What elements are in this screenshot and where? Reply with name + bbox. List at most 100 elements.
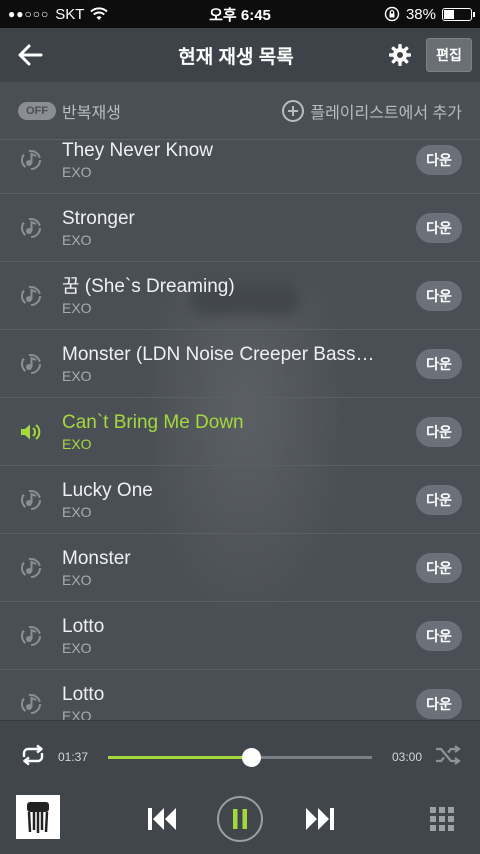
album-thumbnail[interactable] [16,795,60,839]
seek-progress [108,755,251,759]
download-button[interactable]: 다운 [416,212,462,243]
track-text: Stronger EXO [62,207,416,248]
track-text: Lotto EXO [62,683,416,720]
add-from-playlist-button[interactable]: 플레이리스트에서 추가 [282,99,462,123]
track-title: Lucky One [62,480,153,501]
next-button[interactable] [300,799,340,839]
battery-icon [442,7,475,21]
speaker-icon [21,423,41,440]
download-button[interactable]: 다운 [416,348,462,379]
track-text: Monster EXO [62,547,416,588]
grid-icon [430,807,454,831]
track-row[interactable]: Monster (LDN Noise Creeper Bass… EXO 다운 [0,330,480,398]
music-note-icon-slot [0,217,62,239]
seek-row: 01:37 03:00 [0,739,480,775]
music-note-icon-slot [0,489,62,511]
page-title: 현재 재생 목록 [178,46,294,68]
menu-grid-button[interactable] [422,799,462,839]
track-artist: EXO [62,232,92,248]
music-note-icon [21,625,41,646]
gear-icon [389,44,411,66]
pause-icon [233,809,247,829]
track-title: Lotto [62,684,105,705]
previous-button[interactable] [142,799,182,839]
download-button[interactable]: 다운 [416,620,462,651]
track-row[interactable]: Lucky One EXO 다운 [0,466,480,534]
track-row-playing[interactable]: Can`t Bring Me Down EXO 다운 [0,398,480,466]
download-button[interactable]: 다운 [416,144,462,175]
add-from-playlist-label: 플레이리스트에서 추가 [310,104,462,122]
track-row[interactable]: Lotto EXO 다운 [0,602,480,670]
repeat-button[interactable] [18,744,48,771]
seek-bar[interactable] [108,747,372,767]
music-note-icon [21,489,41,510]
seek-thumb[interactable] [241,747,261,767]
repeat-icon [22,744,44,765]
options-bar: OFF 반복재생 플레이리스트에서 추가 [0,82,480,140]
track-artist: EXO [62,436,92,452]
music-note-icon-slot [0,625,62,647]
track-artist: EXO [62,504,92,520]
music-note-icon-slot [0,693,62,715]
music-note-icon [21,217,41,238]
control-row [0,791,480,847]
shuffle-button[interactable] [434,744,462,770]
track-artist: EXO [62,572,92,588]
track-row[interactable]: 꿈 (She`s Dreaming) EXO 다운 [0,262,480,330]
mini-player: 01:37 03:00 [0,720,480,854]
back-arrow-icon [18,44,43,66]
track-title: Can`t Bring Me Down [62,412,244,433]
album-art-icon [27,802,49,833]
download-button[interactable]: 다운 [416,552,462,583]
track-row[interactable]: Monster EXO 다운 [0,534,480,602]
edit-button[interactable]: 편집 [426,38,472,72]
music-note-icon [21,557,41,578]
add-circle-icon [282,99,305,122]
wifi-icon [90,7,109,20]
music-note-icon-slot [0,353,62,375]
settings-button[interactable] [380,35,420,75]
track-artist: EXO [62,300,92,316]
battery-percent: 38% [405,5,436,23]
music-note-icon-slot [0,149,62,171]
playlist: They Never Know EXO 다운 Stronger EXO 다운 꿈 (She`… [0,140,480,720]
track-text: Can`t Bring Me Down EXO [62,411,416,452]
track-artist: EXO [62,708,92,720]
header-bar: 현재 재생 목록 편집 [0,28,480,82]
rotation-lock-icon [384,6,400,22]
pause-button[interactable] [217,796,263,842]
download-button[interactable]: 다운 [416,280,462,311]
track-title: 꿈 (She`s Dreaming) [62,276,235,297]
shuffle-icon [436,744,461,765]
back-button[interactable] [8,33,52,77]
track-row[interactable]: Lotto EXO 다운 [0,670,480,720]
music-note-icon [21,693,41,714]
track-artist: EXO [62,368,92,384]
download-button[interactable]: 다운 [416,688,462,719]
track-title: Stronger [62,208,135,229]
track-text: 꿈 (She`s Dreaming) EXO [62,275,416,316]
track-text: Monster (LDN Noise Creeper Bass… EXO [62,343,416,384]
track-text: They Never Know EXO [62,140,416,180]
track-artist: EXO [62,640,92,656]
music-note-icon [21,285,41,306]
total-time: 03:00 [391,750,422,764]
status-time: 오후 6:45 [209,6,271,24]
track-title: Monster [62,548,131,569]
track-row[interactable]: They Never Know EXO 다운 [0,140,480,194]
track-title: Monster (LDN Noise Creeper Bass… [62,344,375,365]
repeat-label: 반복재생 [62,104,121,122]
repeat-toggle[interactable]: OFF [18,101,56,120]
track-title: Lotto [62,616,105,637]
now-playing-icon-slot [0,423,62,441]
music-note-icon [21,353,41,374]
music-note-icon-slot [0,557,62,579]
track-artist: EXO [62,164,92,180]
music-note-icon-slot [0,285,62,307]
download-button[interactable]: 다운 [416,416,462,447]
music-note-icon [21,149,41,170]
track-row[interactable]: Stronger EXO 다운 [0,194,480,262]
next-icon [306,808,334,830]
track-text: Lucky One EXO [62,479,416,520]
download-button[interactable]: 다운 [416,484,462,515]
